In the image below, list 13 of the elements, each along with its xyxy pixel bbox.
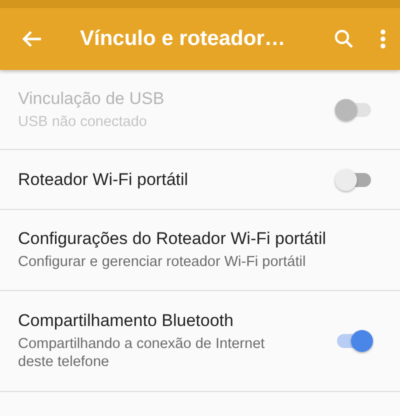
settings-row[interactable]: Configurações do Roteador Wi-Fi portátil Configurar e gerenciar roteador Wi-Fi portátil bbox=[0, 210, 400, 291]
setting-title: Roteador Wi-Fi portátil bbox=[18, 170, 190, 190]
setting-title: Compartilhamento Bluetooth bbox=[18, 311, 234, 331]
settings-row[interactable]: Compartilhamento Bluetooth Compartilhando a conexão de Internet deste telefone bbox=[0, 291, 400, 392]
search-icon bbox=[334, 29, 354, 49]
setting-summary: Configurar e gerenciar roteador Wi-Fi portátil bbox=[18, 253, 307, 271]
back-arrow-icon bbox=[22, 30, 42, 48]
setting-title: Vinculação de USB bbox=[18, 88, 166, 108]
more-icon bbox=[380, 29, 386, 49]
setting-summary: Compartilhando a conexão de Internet deste telefone bbox=[18, 335, 266, 371]
setting-title: Configurações do Roteador Wi-Fi portátil bbox=[18, 229, 328, 249]
settings-row[interactable]: Roteador Wi-Fi portátil bbox=[0, 150, 400, 210]
screen-title: Vínculo e roteador… bbox=[80, 27, 286, 51]
